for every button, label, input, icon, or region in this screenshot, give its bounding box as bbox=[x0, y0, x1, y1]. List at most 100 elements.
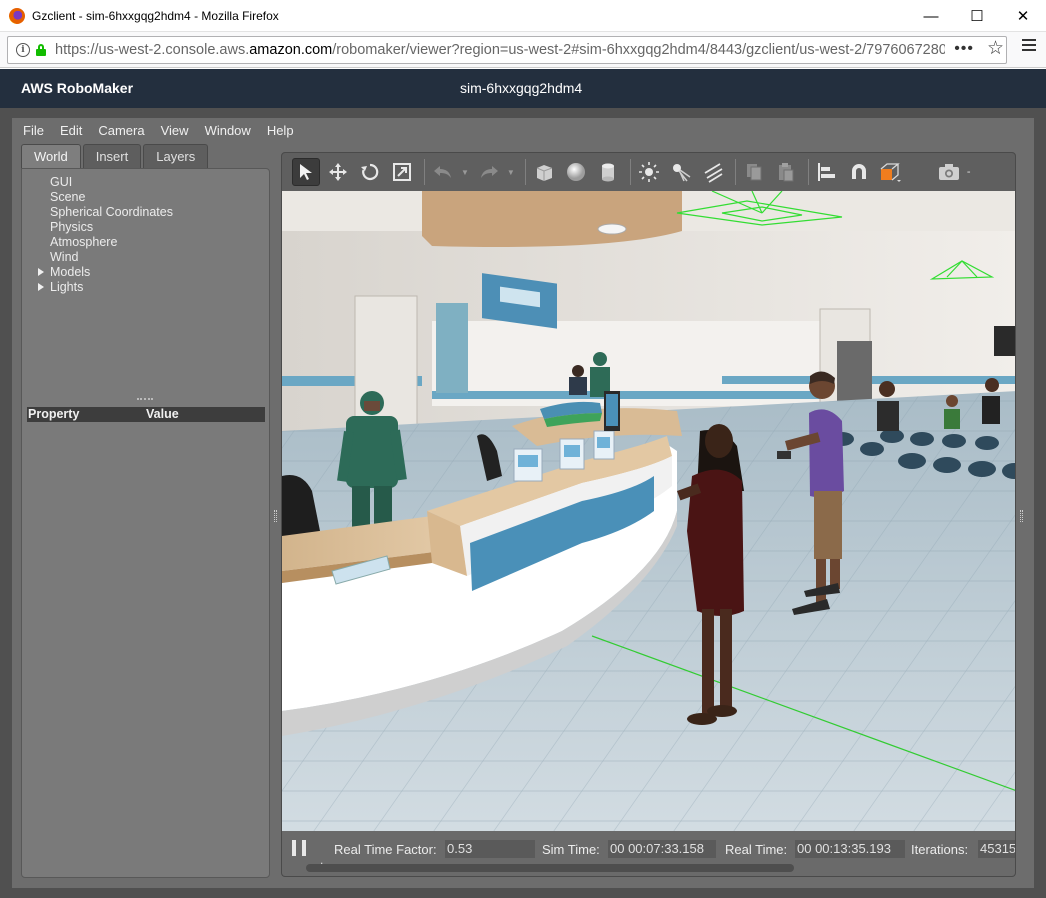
insert-sphere-button[interactable] bbox=[562, 158, 590, 186]
property-table-header: Property Value bbox=[27, 407, 265, 422]
tree-item-wind[interactable]: Wind bbox=[32, 250, 173, 265]
panel-splitter[interactable] bbox=[137, 398, 153, 400]
left-panel-tabs: World Insert Layers bbox=[21, 144, 210, 168]
world-panel: GUI Scene Spherical Coordinates Physics Atmo… bbox=[21, 168, 270, 878]
right-splitter-handle[interactable] bbox=[1020, 510, 1023, 522]
undo-button[interactable] bbox=[429, 158, 457, 186]
select-mode-button[interactable] bbox=[292, 158, 320, 186]
menu-window[interactable]: Window bbox=[205, 123, 251, 138]
world-tree: GUI Scene Spherical Coordinates Physics Atmo… bbox=[32, 175, 173, 295]
tree-item-label: Atmosphere bbox=[50, 235, 118, 249]
toolbar-separator bbox=[629, 159, 631, 185]
move-arrows-icon bbox=[329, 163, 347, 181]
insert-box-button[interactable] bbox=[530, 158, 558, 186]
translate-mode-button[interactable] bbox=[324, 158, 352, 186]
bookmark-star-icon[interactable]: ☆ bbox=[987, 37, 1004, 60]
info-icon[interactable]: i bbox=[16, 43, 30, 57]
navigation-bar: i https://us-west-2.console.aws.amazon.c… bbox=[0, 32, 1046, 68]
window-title: Gzclient - sim-6hxxgqg2hdm4 - Mozilla Fi… bbox=[32, 8, 279, 23]
maximize-button[interactable]: ☐ bbox=[954, 0, 1000, 32]
robomaker-header: AWS RoboMaker sim-6hxxgqg2hdm4 bbox=[0, 69, 1046, 108]
close-button[interactable]: ✕ bbox=[1000, 0, 1046, 32]
real-time-label: Real Time: bbox=[725, 842, 788, 857]
left-splitter-handle[interactable] bbox=[274, 510, 277, 522]
url-bar[interactable]: i https://us-west-2.console.aws.amazon.c… bbox=[7, 36, 1007, 64]
menu-camera[interactable]: Camera bbox=[98, 123, 144, 138]
tree-item-scene[interactable]: Scene bbox=[32, 190, 173, 205]
statusbar-scrollbar[interactable] bbox=[306, 864, 794, 872]
scale-icon bbox=[393, 163, 411, 181]
tree-item-label: Physics bbox=[50, 220, 94, 234]
directional-light-button[interactable] bbox=[699, 158, 727, 186]
toolbar-separator bbox=[424, 159, 425, 185]
robomaker-brand: AWS RoboMaker bbox=[21, 80, 134, 96]
expand-arrow-icon[interactable] bbox=[38, 283, 44, 291]
firefox-logo-icon bbox=[9, 7, 25, 24]
box-shape-icon bbox=[536, 165, 553, 181]
tree-item-label: Models bbox=[50, 265, 91, 279]
sim-time-value: 00 00:07:33.158 bbox=[608, 840, 716, 858]
redo-dropdown-icon[interactable]: ▼ bbox=[507, 168, 515, 177]
toolbar-separator bbox=[807, 159, 809, 185]
tree-item-lights[interactable]: Lights bbox=[32, 280, 173, 295]
menu-view[interactable]: View bbox=[161, 123, 189, 138]
tab-layers[interactable]: Layers bbox=[143, 144, 209, 168]
value-column-header: Value bbox=[146, 407, 179, 421]
magnet-icon bbox=[851, 164, 866, 179]
pause-icon[interactable] bbox=[292, 840, 306, 856]
menu-help[interactable]: Help bbox=[267, 123, 294, 138]
iterations-label: Iterations: bbox=[911, 842, 969, 857]
view-angle-cube-icon bbox=[880, 163, 901, 182]
snap-button[interactable] bbox=[845, 158, 873, 186]
tree-item-label: Scene bbox=[50, 190, 86, 204]
paste-button[interactable] bbox=[772, 158, 800, 186]
rotate-mode-button[interactable] bbox=[356, 158, 384, 186]
tab-insert[interactable]: Insert bbox=[82, 144, 142, 168]
point-light-button[interactable] bbox=[635, 158, 663, 186]
align-icon bbox=[817, 163, 835, 181]
cursor-arrow-icon bbox=[300, 164, 312, 180]
view-angle-button[interactable] bbox=[877, 158, 905, 186]
copy-button[interactable] bbox=[740, 158, 768, 186]
url-text[interactable]: https://us-west-2.console.aws.amazon.com… bbox=[55, 42, 945, 58]
spot-light-icon bbox=[672, 164, 691, 182]
gazebo-menubar: File Edit Camera View Window Help bbox=[12, 118, 1034, 142]
tree-item-label: Wind bbox=[50, 250, 79, 264]
redo-button[interactable] bbox=[475, 158, 503, 186]
menu-file[interactable]: File bbox=[23, 123, 44, 138]
copy-icon bbox=[746, 164, 762, 181]
property-column-header: Property bbox=[28, 407, 80, 421]
sphere-shape-icon bbox=[566, 163, 585, 181]
tree-item-label: Spherical Coordinates bbox=[50, 205, 173, 219]
redo-icon bbox=[480, 166, 498, 178]
tree-item-spherical-coordinates[interactable]: Spherical Coordinates bbox=[32, 205, 173, 220]
render-view: ▼ ▼ - . Real Time Factor: 0.53 Sim Time:… bbox=[281, 152, 1016, 877]
toolbar-separator bbox=[524, 159, 526, 185]
minimize-button[interactable]: — bbox=[908, 0, 954, 32]
spot-light-button[interactable] bbox=[667, 158, 695, 186]
window-titlebar: Gzclient - sim-6hxxgqg2hdm4 - Mozilla Fi… bbox=[0, 0, 1046, 32]
tree-item-models[interactable]: Models bbox=[32, 265, 173, 280]
undo-dropdown-icon[interactable]: ▼ bbox=[461, 168, 469, 177]
undo-icon bbox=[434, 166, 451, 178]
tree-item-label: GUI bbox=[50, 175, 73, 189]
menu-edit[interactable]: Edit bbox=[60, 123, 82, 138]
tree-item-atmosphere[interactable]: Atmosphere bbox=[32, 235, 173, 250]
tab-world[interactable]: World bbox=[21, 144, 81, 168]
sim-time-label: Sim Time: bbox=[542, 842, 600, 857]
simulation-name: sim-6hxxgqg2hdm4 bbox=[460, 80, 583, 96]
hamburger-menu-icon[interactable] bbox=[1022, 39, 1036, 51]
toolbar-overflow-icon[interactable]: - bbox=[967, 166, 971, 178]
scale-mode-button[interactable] bbox=[388, 158, 416, 186]
tree-item-gui[interactable]: GUI bbox=[32, 175, 173, 190]
simulation-scene[interactable] bbox=[282, 191, 1016, 831]
insert-cylinder-button[interactable] bbox=[594, 158, 622, 186]
tree-item-physics[interactable]: Physics bbox=[32, 220, 173, 235]
lock-icon[interactable] bbox=[36, 44, 46, 56]
page-actions-button[interactable]: ••• bbox=[954, 40, 974, 58]
align-button[interactable] bbox=[813, 158, 841, 186]
real-time-value: 00 00:13:35.193 bbox=[795, 840, 905, 858]
expand-arrow-icon[interactable] bbox=[38, 268, 44, 276]
screenshot-button[interactable] bbox=[935, 158, 963, 186]
camera-icon bbox=[938, 164, 959, 180]
